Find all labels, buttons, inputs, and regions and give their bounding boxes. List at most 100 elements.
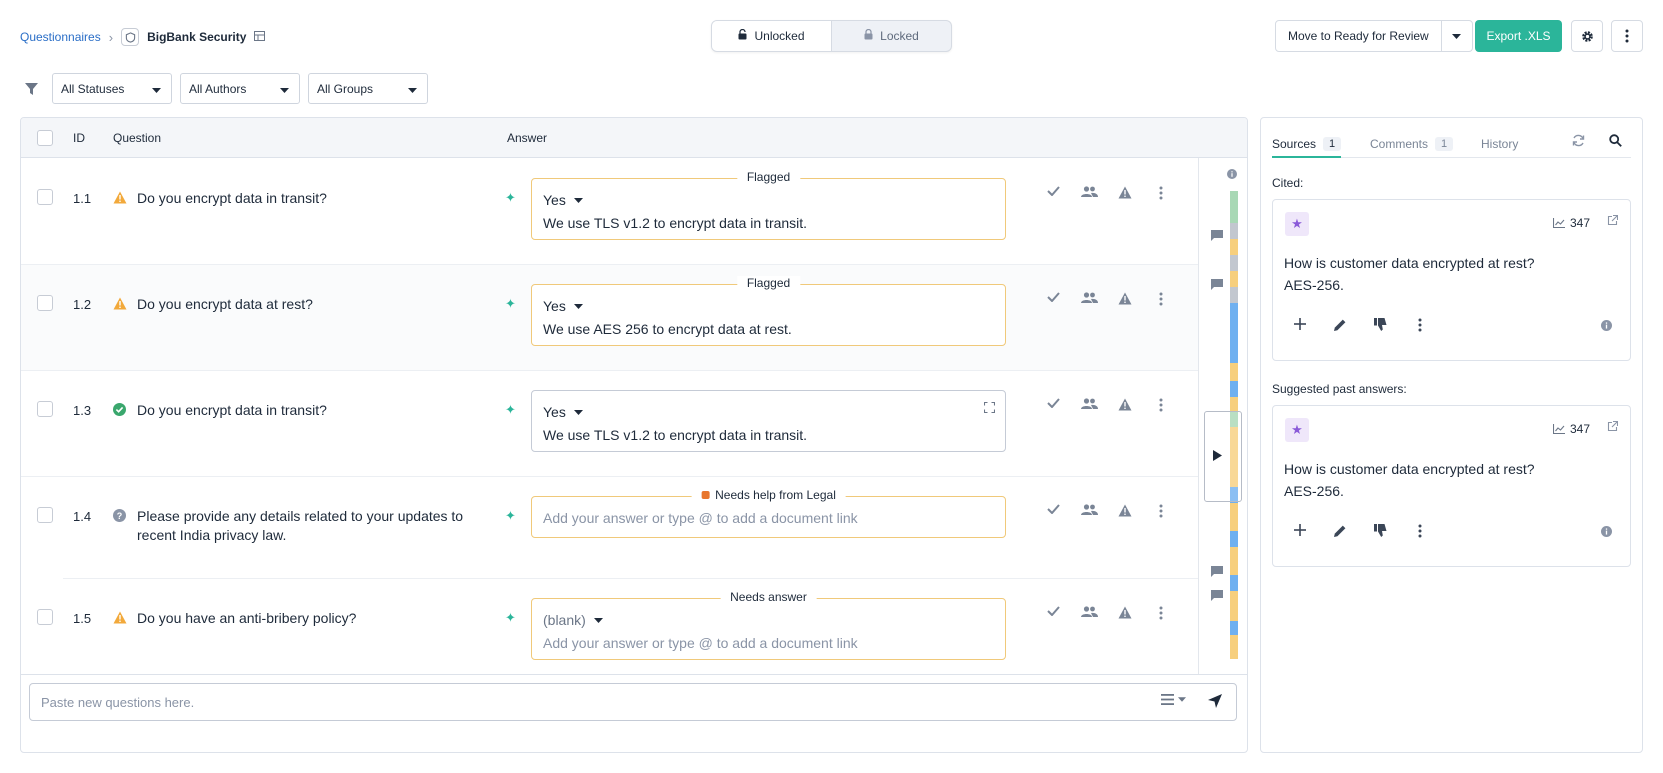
warning-icon[interactable]	[1116, 606, 1134, 620]
question-text[interactable]: Do you have an anti-bribery policy?	[137, 609, 477, 628]
pencil-icon[interactable]	[1331, 318, 1349, 332]
users-icon[interactable]	[1080, 504, 1098, 518]
select-all-checkbox[interactable]	[37, 130, 53, 146]
source-card[interactable]: ★ 347 How is customer data encrypted at …	[1272, 199, 1631, 361]
send-icon[interactable]	[1208, 694, 1222, 711]
sparkle-icon[interactable]: ✦	[505, 402, 516, 418]
locked-toggle-button[interactable]: Locked	[832, 21, 951, 51]
warning-icon[interactable]	[1116, 186, 1134, 200]
refresh-icon[interactable]	[1572, 134, 1585, 150]
comment-icon[interactable]	[1211, 566, 1223, 580]
status-filter-select[interactable]: All Statuses	[52, 73, 172, 104]
star-icon[interactable]: ★	[1285, 418, 1309, 442]
answer-choice-select[interactable]: Yes	[543, 404, 583, 420]
answer-box[interactable]: Flagged Yes We use TLS v1.2 to encrypt d…	[531, 170, 1006, 240]
minimap-viewport-handle[interactable]	[1204, 411, 1242, 502]
answer-input[interactable]: Add your answer or type @ to add a docum…	[543, 635, 858, 651]
expand-icon[interactable]	[983, 401, 996, 416]
answer-text[interactable]: We use AES 256 to encrypt data at rest.	[543, 321, 792, 337]
row-checkbox[interactable]	[37, 507, 53, 523]
comment-icon[interactable]	[1211, 590, 1223, 604]
warning-icon[interactable]	[1116, 292, 1134, 306]
column-header-answer[interactable]: Answer	[507, 131, 547, 145]
move-to-ready-for-review-button[interactable]: Move to Ready for Review	[1276, 21, 1442, 51]
caret-down-icon[interactable]	[1442, 21, 1472, 51]
more-vertical-icon[interactable]	[1152, 398, 1170, 412]
question-text[interactable]: Do you encrypt data in transit?	[137, 189, 477, 208]
row-checkbox[interactable]	[37, 401, 53, 417]
check-icon[interactable]	[1044, 504, 1062, 518]
search-icon[interactable]	[1609, 134, 1622, 150]
users-icon[interactable]	[1080, 186, 1098, 200]
answer-choice-select[interactable]: (blank)	[543, 612, 603, 628]
answer-choice-select[interactable]: Yes	[543, 192, 583, 208]
thumbs-down-icon[interactable]	[1371, 524, 1389, 538]
plus-icon[interactable]	[1291, 318, 1309, 332]
more-vertical-icon[interactable]	[1152, 292, 1170, 306]
answer-choice-select[interactable]: Yes	[543, 298, 583, 314]
question-text[interactable]: Do you encrypt data at rest?	[137, 295, 477, 314]
users-icon[interactable]	[1080, 292, 1098, 306]
tab-comments[interactable]: Comments 1	[1370, 132, 1454, 156]
check-icon[interactable]	[1044, 186, 1062, 200]
export-xls-button[interactable]: Export .XLS	[1475, 20, 1562, 52]
answer-box[interactable]: Yes We use TLS v1.2 to encrypt data in t…	[531, 390, 1006, 452]
external-link-icon[interactable]	[1607, 420, 1619, 435]
answer-box[interactable]: Flagged Yes We use AES 256 to encrypt da…	[531, 276, 1006, 346]
breadcrumb-questionnaires-link[interactable]: Questionnaires	[20, 30, 101, 44]
more-vertical-icon[interactable]	[1411, 318, 1429, 332]
more-vertical-icon[interactable]	[1411, 524, 1429, 538]
row-checkbox[interactable]	[37, 189, 53, 205]
sparkle-icon[interactable]: ✦	[505, 610, 516, 626]
sparkle-icon[interactable]: ✦	[505, 296, 516, 312]
column-header-question[interactable]: Question	[113, 131, 161, 145]
answer-input[interactable]: Add your answer or type @ to add a docum…	[543, 510, 858, 526]
suggested-answer-card[interactable]: ★ 347 How is customer data encrypted at …	[1272, 405, 1631, 567]
more-vertical-icon[interactable]	[1152, 606, 1170, 620]
warning-icon[interactable]	[1116, 504, 1134, 518]
more-vertical-icon[interactable]	[1152, 504, 1170, 518]
thumbs-down-icon[interactable]	[1371, 318, 1389, 332]
external-link-icon[interactable]	[1607, 214, 1619, 229]
sparkle-icon[interactable]: ✦	[505, 190, 516, 206]
unlocked-toggle-button[interactable]: Unlocked	[712, 21, 832, 51]
answer-box[interactable]: Needs help from Legal Add your answer or…	[531, 488, 1006, 538]
question-text[interactable]: Do you encrypt data in transit?	[137, 401, 477, 420]
tab-sources[interactable]: Sources 1	[1272, 132, 1342, 158]
answer-text[interactable]: We use TLS v1.2 to encrypt data in trans…	[543, 427, 807, 443]
gear-icon[interactable]	[1571, 20, 1603, 52]
more-vertical-icon[interactable]	[1152, 186, 1170, 200]
users-icon[interactable]	[1080, 606, 1098, 620]
row-checkbox[interactable]	[37, 295, 53, 311]
check-icon[interactable]	[1044, 398, 1062, 412]
tab-history[interactable]: History	[1481, 132, 1518, 156]
list-format-dropdown[interactable]	[1161, 694, 1186, 705]
info-icon[interactable]	[1601, 320, 1612, 334]
check-icon[interactable]	[1044, 606, 1062, 620]
answer-box[interactable]: Needs answer (blank) Add your answer or …	[531, 590, 1006, 660]
group-filter-select[interactable]: All Groups	[308, 73, 428, 104]
row-checkbox[interactable]	[37, 609, 53, 625]
answer-text[interactable]: We use TLS v1.2 to encrypt data in trans…	[543, 215, 807, 231]
comment-icon[interactable]	[1211, 279, 1223, 293]
info-icon[interactable]	[1601, 526, 1612, 540]
question-text[interactable]: Please provide any details related to yo…	[137, 507, 477, 545]
check-icon[interactable]	[1044, 292, 1062, 306]
answer-choice-value: Yes	[543, 298, 566, 314]
play-icon[interactable]	[1213, 449, 1222, 464]
info-icon[interactable]	[1227, 169, 1237, 182]
warning-icon[interactable]	[1116, 398, 1134, 412]
comment-icon[interactable]	[1211, 230, 1223, 244]
more-vertical-icon[interactable]	[1611, 20, 1643, 52]
plus-icon[interactable]	[1291, 524, 1309, 538]
star-icon[interactable]: ★	[1285, 212, 1309, 236]
scroll-minimap[interactable]	[1198, 158, 1247, 674]
users-icon[interactable]	[1080, 398, 1098, 412]
trend-icon	[1552, 218, 1565, 228]
pencil-icon[interactable]	[1331, 524, 1349, 538]
column-header-id[interactable]: ID	[73, 131, 85, 145]
sparkle-icon[interactable]: ✦	[505, 508, 516, 524]
author-filter-select[interactable]: All Authors	[180, 73, 300, 104]
paste-questions-input[interactable]: Paste new questions here.	[29, 683, 1237, 721]
table-icon[interactable]	[254, 30, 266, 44]
